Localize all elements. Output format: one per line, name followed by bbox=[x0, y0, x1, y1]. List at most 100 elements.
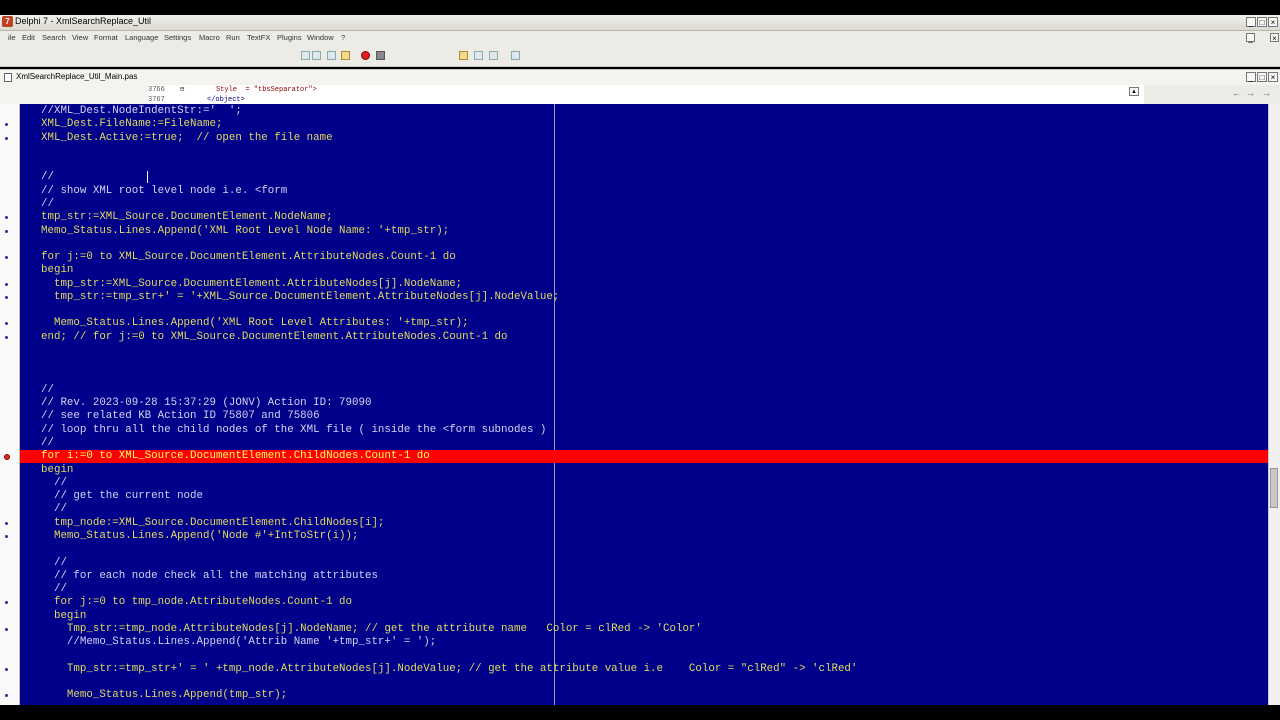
code-line[interactable]: for j:=0 to tmp_node.AttributeNodes.Coun… bbox=[20, 596, 1268, 609]
code-line[interactable]: tmp_str:=XML_Source.DocumentElement.Attr… bbox=[20, 278, 1268, 291]
executable-line-marker-icon[interactable] bbox=[5, 335, 8, 339]
executable-line-marker-icon[interactable] bbox=[5, 667, 8, 671]
code-editor[interactable]: //XML_Dest.NodeIndentStr:=' '; XML_Dest.F… bbox=[0, 104, 1268, 705]
code-line[interactable]: // show XML root level node i.e. <form bbox=[20, 185, 1268, 198]
executable-line-marker-icon[interactable] bbox=[5, 627, 8, 631]
next-arrow-icon[interactable]: → bbox=[1262, 88, 1271, 98]
code-line[interactable]: // for each node check all the matching … bbox=[20, 570, 1268, 583]
code-line[interactable] bbox=[20, 304, 1268, 317]
executable-line-marker-icon[interactable] bbox=[5, 295, 8, 299]
menu-file[interactable]: ile bbox=[8, 33, 16, 42]
code-line[interactable] bbox=[20, 158, 1268, 171]
menu-edit[interactable]: Edit bbox=[22, 33, 35, 42]
code-line[interactable]: begin bbox=[20, 610, 1268, 623]
code-line[interactable] bbox=[20, 676, 1268, 689]
menu-view[interactable]: View bbox=[72, 33, 88, 42]
code-line[interactable]: // loop thru all the child nodes of the … bbox=[20, 424, 1268, 437]
code-line[interactable] bbox=[20, 357, 1268, 370]
code-line[interactable]: XML_Dest.Active:=true; // open the file … bbox=[20, 132, 1268, 145]
executable-line-marker-icon[interactable] bbox=[5, 694, 8, 698]
code-line[interactable]: Memo_Status.Lines.Append('XML Root Level… bbox=[20, 225, 1268, 238]
code-line[interactable]: //Memo_Status.Lines.Append('Attrib Name … bbox=[20, 636, 1268, 649]
forward-arrow-icon[interactable]: → bbox=[1246, 88, 1255, 98]
code-line[interactable]: tmp_str:=XML_Source.DocumentElement.Node… bbox=[20, 211, 1268, 224]
breakpoint-icon[interactable] bbox=[4, 453, 10, 460]
bookmark-next-icon[interactable] bbox=[312, 51, 321, 60]
menu-window[interactable]: Window bbox=[307, 33, 334, 42]
code-line[interactable] bbox=[20, 649, 1268, 662]
code-line[interactable]: tmp_node:=XML_Source.DocumentElement.Chi… bbox=[20, 517, 1268, 530]
tab-maximize-button[interactable]: □ bbox=[1257, 72, 1267, 82]
code-line[interactable]: // bbox=[20, 477, 1268, 490]
executable-line-marker-icon[interactable] bbox=[5, 136, 8, 140]
window-icon[interactable] bbox=[474, 51, 483, 60]
fold-icon[interactable]: ⊟ bbox=[180, 85, 184, 94]
code-line[interactable]: // bbox=[20, 503, 1268, 516]
executable-line-marker-icon[interactable] bbox=[5, 521, 8, 525]
doc-close-button[interactable]: × bbox=[1270, 33, 1279, 43]
record-macro-icon[interactable] bbox=[361, 51, 370, 60]
code-line[interactable]: Memo_Status.Lines.Append('Node #'+IntToS… bbox=[20, 530, 1268, 543]
executable-line-marker-icon[interactable] bbox=[5, 216, 8, 220]
code-line[interactable]: // bbox=[20, 557, 1268, 570]
code-line[interactable]: Tmp_str:=tmp_node.AttributeNodes[j].Node… bbox=[20, 623, 1268, 636]
executable-line-marker-icon[interactable] bbox=[5, 282, 8, 286]
menu-language[interactable]: Language bbox=[125, 33, 158, 42]
code-line[interactable]: end; // for j:=0 to XML_Source.DocumentE… bbox=[20, 331, 1268, 344]
breakpoint-line[interactable]: for i:=0 to XML_Source.DocumentElement.C… bbox=[20, 450, 1268, 464]
tab-minimize-button[interactable]: _ bbox=[1246, 72, 1256, 82]
code-line[interactable]: begin bbox=[20, 264, 1268, 277]
code-line[interactable]: Memo_Status.Lines.Append(tmp_str); bbox=[20, 689, 1268, 702]
vertical-scrollbar[interactable] bbox=[1268, 104, 1280, 705]
menu-run[interactable]: Run bbox=[226, 33, 240, 42]
code-line[interactable] bbox=[20, 344, 1268, 357]
executable-line-marker-icon[interactable] bbox=[5, 534, 8, 538]
executable-line-marker-icon[interactable] bbox=[5, 601, 8, 605]
menu-search[interactable]: Search bbox=[42, 33, 66, 42]
code-line[interactable]: for j:=0 to XML_Source.DocumentElement.A… bbox=[20, 251, 1268, 264]
editor-gutter[interactable] bbox=[0, 104, 20, 705]
menu-macro[interactable]: Macro bbox=[199, 33, 220, 42]
menu-textfx[interactable]: TextFX bbox=[247, 33, 270, 42]
back-arrow-icon[interactable]: ← bbox=[1232, 88, 1241, 98]
file-tab-title[interactable]: XmlSearchReplace_Util_Main.pas bbox=[16, 72, 137, 81]
close-button[interactable]: × bbox=[1268, 17, 1278, 27]
open-folder-icon[interactable] bbox=[459, 51, 468, 60]
folder-icon[interactable] bbox=[341, 51, 350, 60]
indent-icon[interactable] bbox=[327, 51, 336, 60]
menu-settings[interactable]: Settings bbox=[164, 33, 191, 42]
executable-line-marker-icon[interactable] bbox=[5, 229, 8, 233]
executable-line-marker-icon[interactable] bbox=[5, 256, 8, 260]
code-line[interactable]: // bbox=[20, 437, 1268, 450]
check-icon[interactable] bbox=[489, 51, 498, 60]
scrollbar-thumb[interactable] bbox=[1270, 468, 1278, 508]
print-icon[interactable] bbox=[511, 51, 520, 60]
scroll-up-icon[interactable]: ▲ bbox=[1129, 87, 1139, 96]
code-line[interactable]: XML_Dest.FileName:=FileName; bbox=[20, 118, 1268, 131]
code-line[interactable]: Tmp_str:=tmp_str+' = ' +tmp_node.Attribu… bbox=[20, 663, 1268, 676]
code-line[interactable]: // bbox=[20, 198, 1268, 211]
tab-close-button[interactable]: × bbox=[1268, 72, 1278, 82]
executable-line-marker-icon[interactable] bbox=[5, 123, 8, 127]
code-line[interactable]: begin bbox=[20, 464, 1268, 477]
code-line[interactable] bbox=[20, 145, 1268, 158]
menu-plugins[interactable]: Plugins bbox=[277, 33, 302, 42]
menu-format[interactable]: Format bbox=[94, 33, 118, 42]
doc-minimize-button[interactable]: _ bbox=[1246, 33, 1255, 43]
code-line[interactable]: tmp_str:=tmp_str+' = '+XML_Source.Docume… bbox=[20, 291, 1268, 304]
code-line[interactable] bbox=[20, 543, 1268, 556]
stop-macro-icon[interactable] bbox=[376, 51, 385, 60]
code-line[interactable]: // Rev. 2023-09-28 15:37:29 (JONV) Actio… bbox=[20, 397, 1268, 410]
code-line[interactable]: //XML_Dest.NodeIndentStr:=' '; bbox=[20, 105, 1268, 118]
bookmark-icon[interactable] bbox=[301, 51, 310, 60]
executable-line-marker-icon[interactable] bbox=[5, 322, 8, 326]
code-line[interactable]: // bbox=[20, 583, 1268, 596]
code-line[interactable]: // bbox=[20, 384, 1268, 397]
maximize-button[interactable]: □ bbox=[1257, 17, 1267, 27]
code-line[interactable]: Memo_Status.Lines.Append('XML Root Level… bbox=[20, 317, 1268, 330]
code-line[interactable] bbox=[20, 238, 1268, 251]
code-line[interactable]: // see related KB Action ID 75807 and 75… bbox=[20, 410, 1268, 423]
minimize-button[interactable]: _ bbox=[1246, 17, 1256, 27]
code-line[interactable] bbox=[20, 371, 1268, 384]
code-line[interactable]: // get the current node bbox=[20, 490, 1268, 503]
